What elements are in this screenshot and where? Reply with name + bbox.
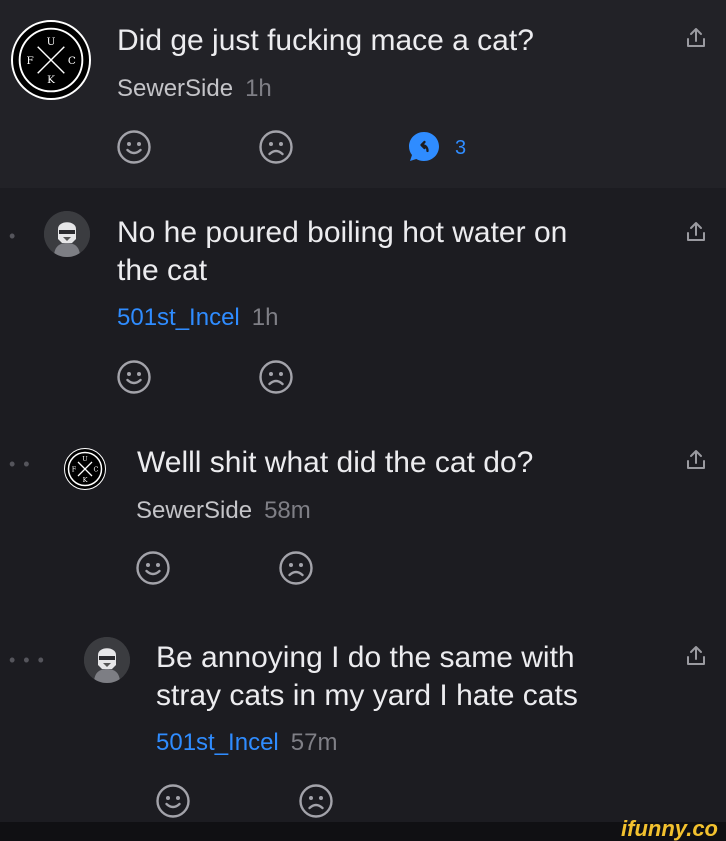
svg-text:K: K [83,476,88,484]
frown-icon[interactable] [278,550,314,586]
svg-text:F: F [26,55,33,67]
timestamp: 58m [264,497,311,524]
svg-text:C: C [94,466,99,474]
share-icon[interactable] [684,644,708,668]
avatar[interactable] [84,637,130,683]
reply-bubble-icon[interactable] [407,130,441,164]
timestamp: 1h [251,304,279,331]
share-icon[interactable] [684,448,708,472]
comment-text-line: No he poured boiling hot water on [117,216,568,249]
thread-depth-indicator: ••• [9,650,52,670]
stormtrooper-avatar-icon [84,637,130,683]
avatar[interactable]: U F C K [11,20,91,100]
thread-depth-indicator: • [9,226,24,246]
fkcu-logo-icon: U F C K [18,27,84,93]
frown-icon[interactable] [258,359,294,395]
comment-text: No he poured boiling hot water on the ca… [117,214,567,290]
fkcu-logo-icon: U F C K [67,451,103,487]
smile-icon[interactable] [135,550,171,586]
comment-text-line: the cat [117,254,208,287]
smile-icon[interactable] [155,783,191,819]
thread-depth-indicator: •• [9,454,38,474]
svg-text:K: K [47,74,55,86]
svg-text:F: F [72,466,77,474]
smile-icon[interactable] [116,129,152,165]
share-icon[interactable] [684,220,708,244]
comment-text: Welll shit what did the cat do? [137,446,534,479]
username[interactable]: SewerSide [117,75,233,102]
svg-text:C: C [68,55,76,67]
comment-top-level: U F C K Did ge just fucking mace a cat? … [0,0,726,188]
comment-meta: 501st_Incel 1h [117,303,278,333]
frown-icon[interactable] [258,129,294,165]
stormtrooper-avatar-icon [44,211,90,257]
comment-meta: 501st_Incel 57m [156,728,337,758]
timestamp: 57m [290,729,338,756]
username[interactable]: 501st_Incel [117,304,240,331]
smile-icon[interactable] [116,359,152,395]
username[interactable]: SewerSide [136,497,252,524]
ifunny-watermark: ifunny.co [621,816,718,841]
timestamp: 1h [245,75,272,102]
comment-text: Be annoying I do the same with stray cat… [156,639,578,715]
avatar[interactable] [44,211,90,257]
avatar[interactable]: U F C K [64,448,106,490]
comment-meta: SewerSide 1h [117,74,272,104]
reply-count[interactable]: 3 [455,136,466,160]
comment-text: Did ge just fucking mace a cat? [117,24,534,57]
bottom-bar [0,822,726,841]
svg-text:U: U [47,36,56,48]
frown-icon[interactable] [298,783,334,819]
comment-text-line: stray cats in my yard I hate cats [156,679,578,712]
svg-text:U: U [82,455,88,463]
comment-reply-level-2: •• U F C K Welll shit what did the cat d… [0,420,726,615]
comment-meta: SewerSide 58m [136,496,311,526]
username[interactable]: 501st_Incel [156,729,279,756]
comment-reply-level-3: ••• Be annoying I do the same with stray… [0,615,726,823]
comment-text-line: Be annoying I do the same with [156,641,575,674]
share-icon[interactable] [684,26,708,50]
comment-reply-level-1: • No he poured boiling hot water on the … [0,188,726,420]
